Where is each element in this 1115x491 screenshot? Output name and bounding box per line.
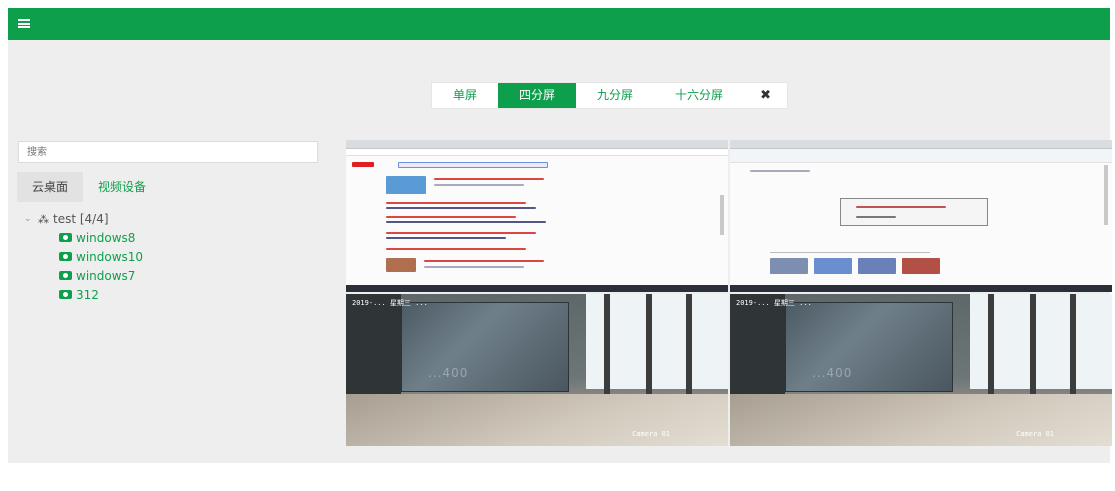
search-box <box>398 162 548 168</box>
camera-view: ...400 2019-... 星期三 ... Camera 01 <box>730 294 1112 446</box>
device-tree: ⌄ ⁂ test [4/4] windows8 windows10 window… <box>24 210 143 304</box>
camera-pillar <box>1070 294 1076 404</box>
screen-3[interactable]: ...400 2019-... 星期三 ... Camera 01 <box>346 294 728 446</box>
result-thumbnail <box>386 176 426 194</box>
fullscreen-icon[interactable]: ✖ <box>744 83 787 108</box>
tree-item-label: windows8 <box>76 230 136 245</box>
split-nine-button[interactable]: 九分屏 <box>576 83 654 108</box>
tree-item-312[interactable]: 312 <box>59 285 143 304</box>
result-line <box>434 178 544 180</box>
camera-case <box>785 302 953 392</box>
thumbnail <box>770 258 808 274</box>
scrollbar <box>720 195 724 235</box>
site-logo-icon <box>352 162 374 167</box>
result-line <box>386 216 516 218</box>
result-line <box>424 260 544 262</box>
main-content: 单屏 四分屏 九分屏 十六分屏 ✖ 云桌面 视频设备 ⌄ ⁂ test [4/4… <box>8 40 1112 463</box>
camera-osd-name: Camera 01 <box>632 430 670 438</box>
result-thumbnail <box>386 258 416 272</box>
result-line <box>386 248 526 250</box>
sidebar-tabs: 云桌面 视频设备 <box>17 172 161 202</box>
org-tree-icon: ⁂ <box>38 212 49 226</box>
dialog-box <box>840 198 988 226</box>
result-line <box>434 184 524 186</box>
split-quad-button[interactable]: 四分屏 <box>498 83 577 108</box>
camera-pillar <box>604 294 610 404</box>
camera-icon <box>59 290 72 299</box>
divider <box>770 252 930 253</box>
content-line <box>750 170 810 172</box>
tree-item-windows10[interactable]: windows10 <box>59 247 143 266</box>
desktop-browser-view <box>346 140 728 292</box>
split-single-button[interactable]: 单屏 <box>432 83 498 108</box>
desktop-dialog-view <box>730 140 1112 292</box>
dialog-button <box>856 216 896 218</box>
result-line <box>424 266 524 268</box>
tab-video-devices[interactable]: 视频设备 <box>83 172 161 202</box>
camera-pillar <box>988 294 994 404</box>
camera-pillar <box>646 294 652 404</box>
tree-item-label: windows7 <box>76 268 136 283</box>
split-mode-tabs: 单屏 四分屏 九分屏 十六分屏 ✖ <box>431 82 788 109</box>
thumbnail <box>814 258 852 274</box>
dialog-text <box>856 206 946 208</box>
window-title-bar <box>730 140 1112 149</box>
result-line <box>386 202 526 204</box>
tree-item-windows7[interactable]: windows7 <box>59 266 143 285</box>
browser-tab-strip <box>346 140 728 149</box>
result-line <box>386 207 536 209</box>
case-label: ...400 <box>812 366 853 380</box>
camera-background <box>730 294 785 394</box>
camera-background <box>346 294 401 394</box>
taskbar <box>346 285 728 292</box>
video-grid: ...400 2019-... 星期三 ... Camera 01 ...400… <box>346 140 1112 446</box>
camera-osd-timestamp: 2019-... 星期三 ... <box>736 299 812 307</box>
camera-osd-name: Camera 01 <box>1016 430 1054 438</box>
browser-address-bar <box>346 149 728 156</box>
result-line <box>386 237 506 239</box>
tree-item-label: windows10 <box>76 249 144 264</box>
camera-pillar <box>1030 294 1036 404</box>
camera-case <box>401 302 569 392</box>
top-bar <box>8 8 1110 40</box>
result-line <box>386 232 536 234</box>
camera-icon <box>59 252 72 261</box>
camera-desk <box>346 394 728 446</box>
tree-item-windows8[interactable]: windows8 <box>59 228 143 247</box>
camera-icon <box>59 271 72 280</box>
camera-desk <box>730 394 1112 446</box>
camera-icon <box>59 233 72 242</box>
tree-root-label: test [4/4] <box>53 212 109 226</box>
camera-osd-timestamp: 2019-... 星期三 ... <box>352 299 428 307</box>
screen-1[interactable] <box>346 140 728 292</box>
chevron-down-icon[interactable]: ⌄ <box>24 214 38 224</box>
result-line <box>386 221 546 223</box>
thumbnail <box>902 258 940 274</box>
window-toolbar <box>730 149 1112 163</box>
case-label: ...400 <box>428 366 469 380</box>
thumbnail <box>858 258 896 274</box>
tree-root-node[interactable]: ⌄ ⁂ test [4/4] <box>24 210 143 228</box>
camera-view: ...400 2019-... 星期三 ... Camera 01 <box>346 294 728 446</box>
tree-item-label: 312 <box>76 287 99 302</box>
screen-4[interactable]: ...400 2019-... 星期三 ... Camera 01 <box>730 294 1112 446</box>
search-input[interactable] <box>18 141 318 163</box>
taskbar <box>730 285 1112 292</box>
split-sixteen-button[interactable]: 十六分屏 <box>654 83 744 108</box>
scrollbar <box>1104 165 1108 225</box>
tab-cloud-desktop[interactable]: 云桌面 <box>17 172 84 202</box>
camera-pillar <box>686 294 692 404</box>
hamburger-menu-icon[interactable] <box>18 19 30 28</box>
screen-2[interactable] <box>730 140 1112 292</box>
